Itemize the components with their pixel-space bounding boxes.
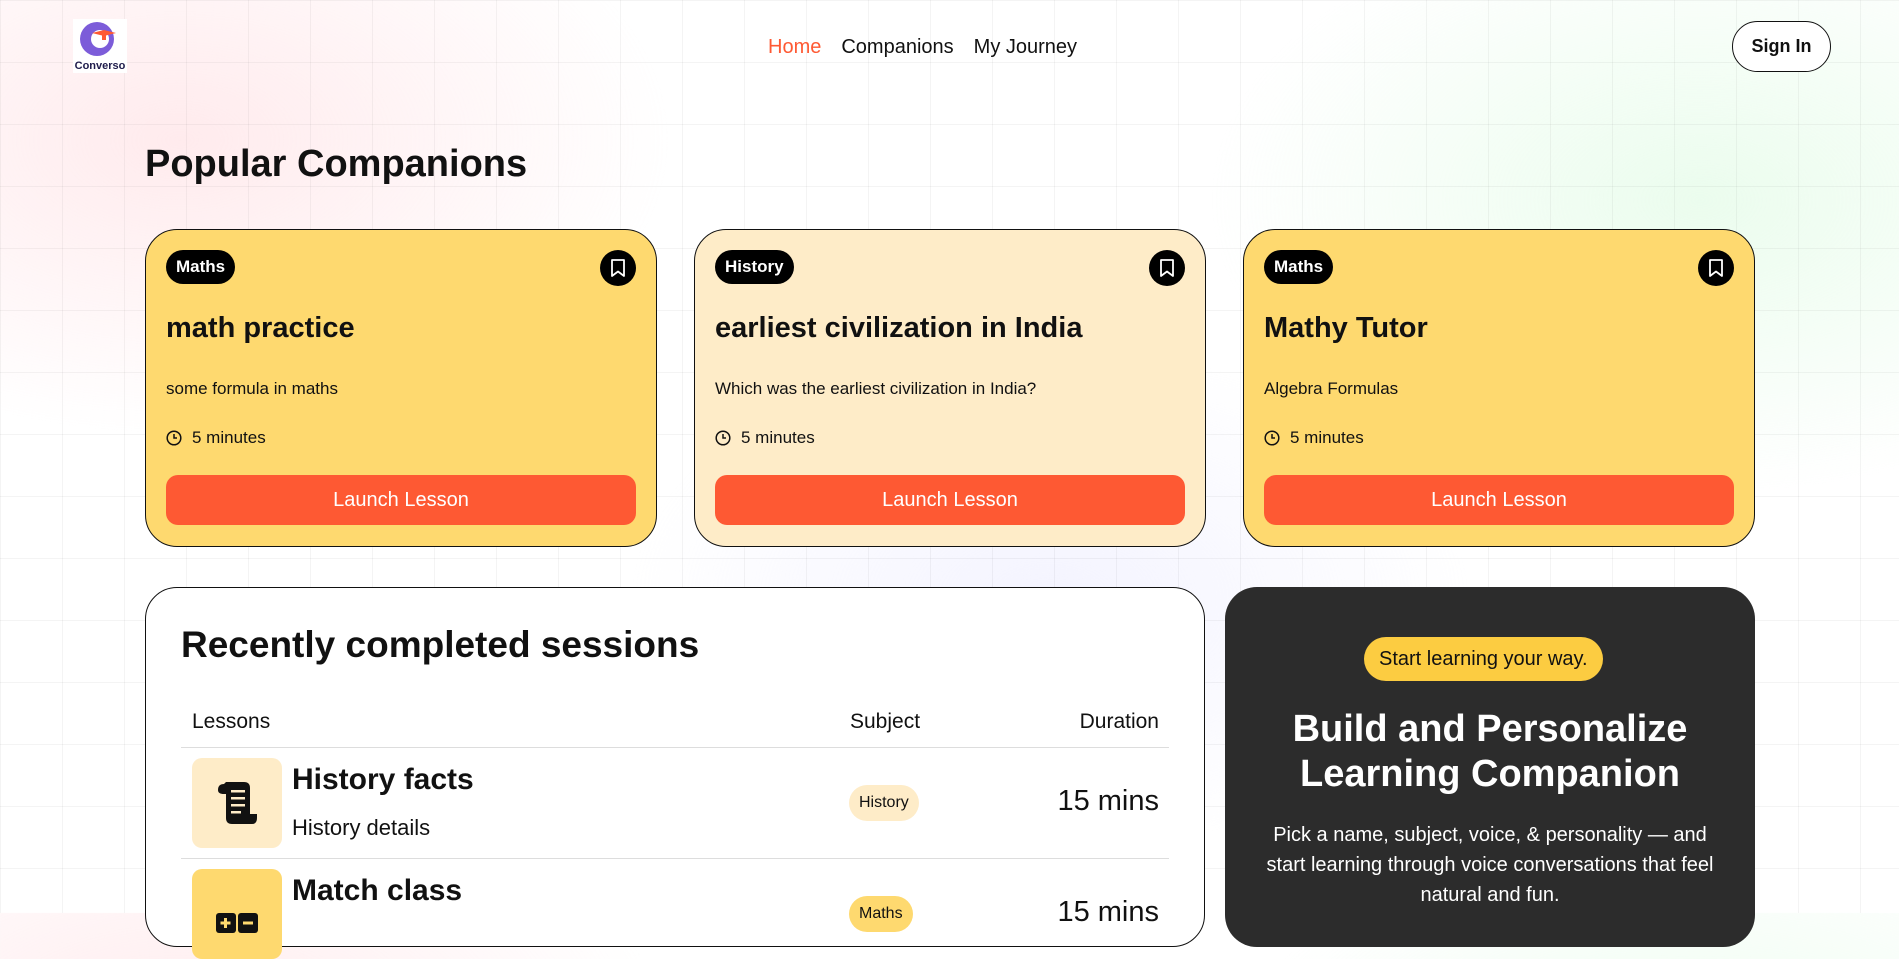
nav-link-companions[interactable]: Companions [841,36,953,59]
bookmark-button[interactable] [1149,250,1185,286]
subject-pill: History [849,785,919,821]
clock-icon [715,430,731,446]
companion-duration: 5 minutes [715,428,815,448]
companion-name: math practice [166,312,355,344]
duration-text: 5 minutes [741,428,815,447]
companion-card: Maths math practice some formula in math… [145,229,657,547]
column-header-duration: Duration [1079,710,1159,733]
companion-card: Maths Mathy Tutor Algebra Formulas 5 min… [1243,229,1755,547]
column-header-subject: Subject [850,710,921,733]
converso-logo[interactable]: Converso [73,19,127,73]
launch-lesson-button[interactable]: Launch Lesson [166,475,636,525]
companion-duration: 5 minutes [1264,428,1364,448]
clock-icon [166,430,182,446]
companion-topic: Which was the earliest civilization in I… [715,379,1037,398]
companion-card: History earliest civilization in India W… [694,229,1206,547]
lesson-icon-tile [192,869,282,959]
lesson-title: Match class [292,874,463,907]
recent-sessions-title: Recently completed sessions [181,624,700,665]
build-companion-cta: Start learning your way. Build and Perso… [1225,587,1755,947]
lesson-title: History facts [292,763,474,796]
logo-text: Converso [74,60,126,72]
duration-text: 5 minutes [192,428,266,447]
subject-badge: Maths [1264,250,1334,284]
popular-companions-title: Popular Companions [145,143,528,185]
subject-badge: History [715,250,794,284]
bookmark-icon [1160,259,1174,277]
subject-pill: Maths [849,896,913,932]
scroll-icon [218,782,257,824]
lesson-subtitle: History details [292,815,431,840]
cta-heading: Build and Personalize Learning Companion [1292,708,1688,795]
logo-mark-icon [80,22,116,56]
companion-topic: Algebra Formulas [1264,379,1399,398]
nav-link-home[interactable]: Home [768,36,821,59]
bookmark-button[interactable] [1698,250,1734,286]
cta-tag: Start learning your way. [1364,637,1603,681]
bookmark-button[interactable] [600,250,636,286]
top-navbar: Converso Home Companions My Journey Sign… [0,0,1899,95]
clock-icon [1264,430,1280,446]
companion-topic: some formula in maths [166,379,338,398]
duration-text: 5 minutes [1290,428,1364,447]
sign-in-button[interactable]: Sign In [1732,21,1831,72]
lesson-icon-tile [192,758,282,848]
nav-link-my-journey[interactable]: My Journey [974,36,1077,59]
launch-lesson-button[interactable]: Launch Lesson [715,475,1185,525]
subject-badge: Maths [166,250,236,284]
bookmark-icon [611,259,625,277]
column-header-lessons: Lessons [192,710,271,733]
calculator-icon [216,913,258,933]
launch-lesson-button[interactable]: Launch Lesson [1264,475,1734,525]
recent-sessions-panel: Recently completed sessions Lessons Subj… [145,587,1205,959]
table-divider [181,858,1169,859]
lesson-duration: 15 mins [1057,785,1159,817]
nav-links: Home Companions My Journey [768,36,1077,59]
companion-name: earliest civilization in India [715,312,1083,344]
bookmark-icon [1709,259,1723,277]
companion-duration: 5 minutes [166,428,266,448]
companion-name: Mathy Tutor [1264,312,1428,344]
table-divider [181,747,1169,748]
cta-description: Pick a name, subject, voice, & personali… [1266,824,1714,906]
